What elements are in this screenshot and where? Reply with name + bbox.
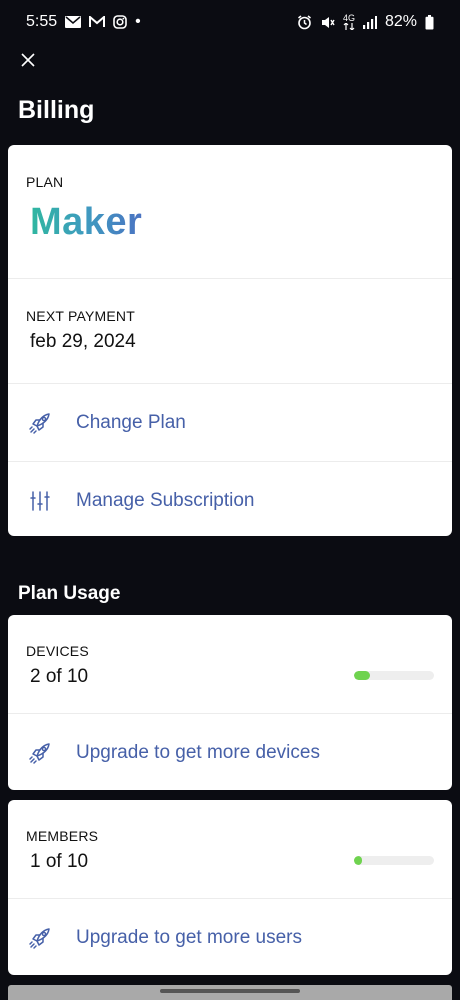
status-right: 4G 82% xyxy=(297,13,434,31)
status-time: 5:55 xyxy=(26,13,58,30)
change-plan-button[interactable]: Change Plan xyxy=(8,384,452,461)
gmail-icon xyxy=(89,16,106,28)
alarm-icon xyxy=(297,14,312,30)
devices-card: DEVICES 2 of 10 Upgrade to get more devi… xyxy=(8,615,452,790)
network-4g-icon: 4G xyxy=(343,14,355,30)
instagram-icon xyxy=(113,15,127,29)
members-card: MEMBERS 1 of 10 Upgrade to get more user… xyxy=(8,800,452,975)
network-label: 4G xyxy=(342,13,355,23)
upgrade-devices-row[interactable]: Upgrade to get more devices xyxy=(8,714,452,790)
members-progress-fill xyxy=(354,856,362,865)
status-left: 5:55 • xyxy=(26,13,141,31)
plan-card: PLAN Maker NEXT PAYMENT feb 29, 2024 Cha… xyxy=(8,145,452,536)
mail-icon xyxy=(65,16,82,28)
next-payment-label: NEXT PAYMENT xyxy=(26,308,135,324)
manage-subscription-row[interactable]: Manage Subscription xyxy=(8,462,452,536)
upgrade-devices-label: Upgrade to get more devices xyxy=(76,741,320,763)
next-payment-section: NEXT PAYMENT feb 29, 2024 xyxy=(8,279,452,384)
battery-icon xyxy=(425,14,434,30)
members-section: MEMBERS 1 of 10 xyxy=(8,800,452,899)
close-icon xyxy=(20,52,36,73)
home-indicator[interactable] xyxy=(160,989,300,993)
devices-progress-fill xyxy=(354,671,370,680)
manage-subscription-button[interactable]: Manage Subscription xyxy=(8,462,452,536)
devices-section: DEVICES 2 of 10 xyxy=(8,615,452,714)
plan-name: Maker xyxy=(30,201,143,243)
rocket-icon xyxy=(26,739,54,767)
upgrade-members-button[interactable]: Upgrade to get more users xyxy=(8,899,452,975)
plan-section: PLAN Maker xyxy=(8,145,452,279)
status-bar: 5:55 • 4G 82% xyxy=(0,0,460,44)
next-payment-value: feb 29, 2024 xyxy=(30,331,136,352)
members-value: 1 of 10 xyxy=(30,851,89,872)
devices-label: DEVICES xyxy=(26,643,89,659)
mute-icon xyxy=(320,15,335,30)
page-title: Billing xyxy=(18,96,95,124)
status-dot: • xyxy=(135,13,141,30)
rocket-icon xyxy=(26,409,54,437)
close-button[interactable] xyxy=(14,48,42,76)
rocket-icon xyxy=(26,924,54,952)
manage-subscription-label: Manage Subscription xyxy=(76,489,255,511)
sliders-icon xyxy=(26,487,54,515)
members-label: MEMBERS xyxy=(26,828,99,844)
battery-percent: 82% xyxy=(384,13,417,30)
signal-icon xyxy=(362,15,377,29)
upgrade-devices-button[interactable]: Upgrade to get more devices xyxy=(8,714,452,790)
change-plan-label: Change Plan xyxy=(76,411,186,433)
change-plan-row[interactable]: Change Plan xyxy=(8,384,452,462)
devices-progress-bar xyxy=(354,671,434,680)
members-progress-bar xyxy=(354,856,434,865)
devices-value: 2 of 10 xyxy=(30,666,89,687)
plan-usage-title: Plan Usage xyxy=(18,583,121,604)
plan-label: PLAN xyxy=(26,174,64,190)
upgrade-members-row[interactable]: Upgrade to get more users xyxy=(8,899,452,975)
upgrade-members-label: Upgrade to get more users xyxy=(76,926,303,948)
